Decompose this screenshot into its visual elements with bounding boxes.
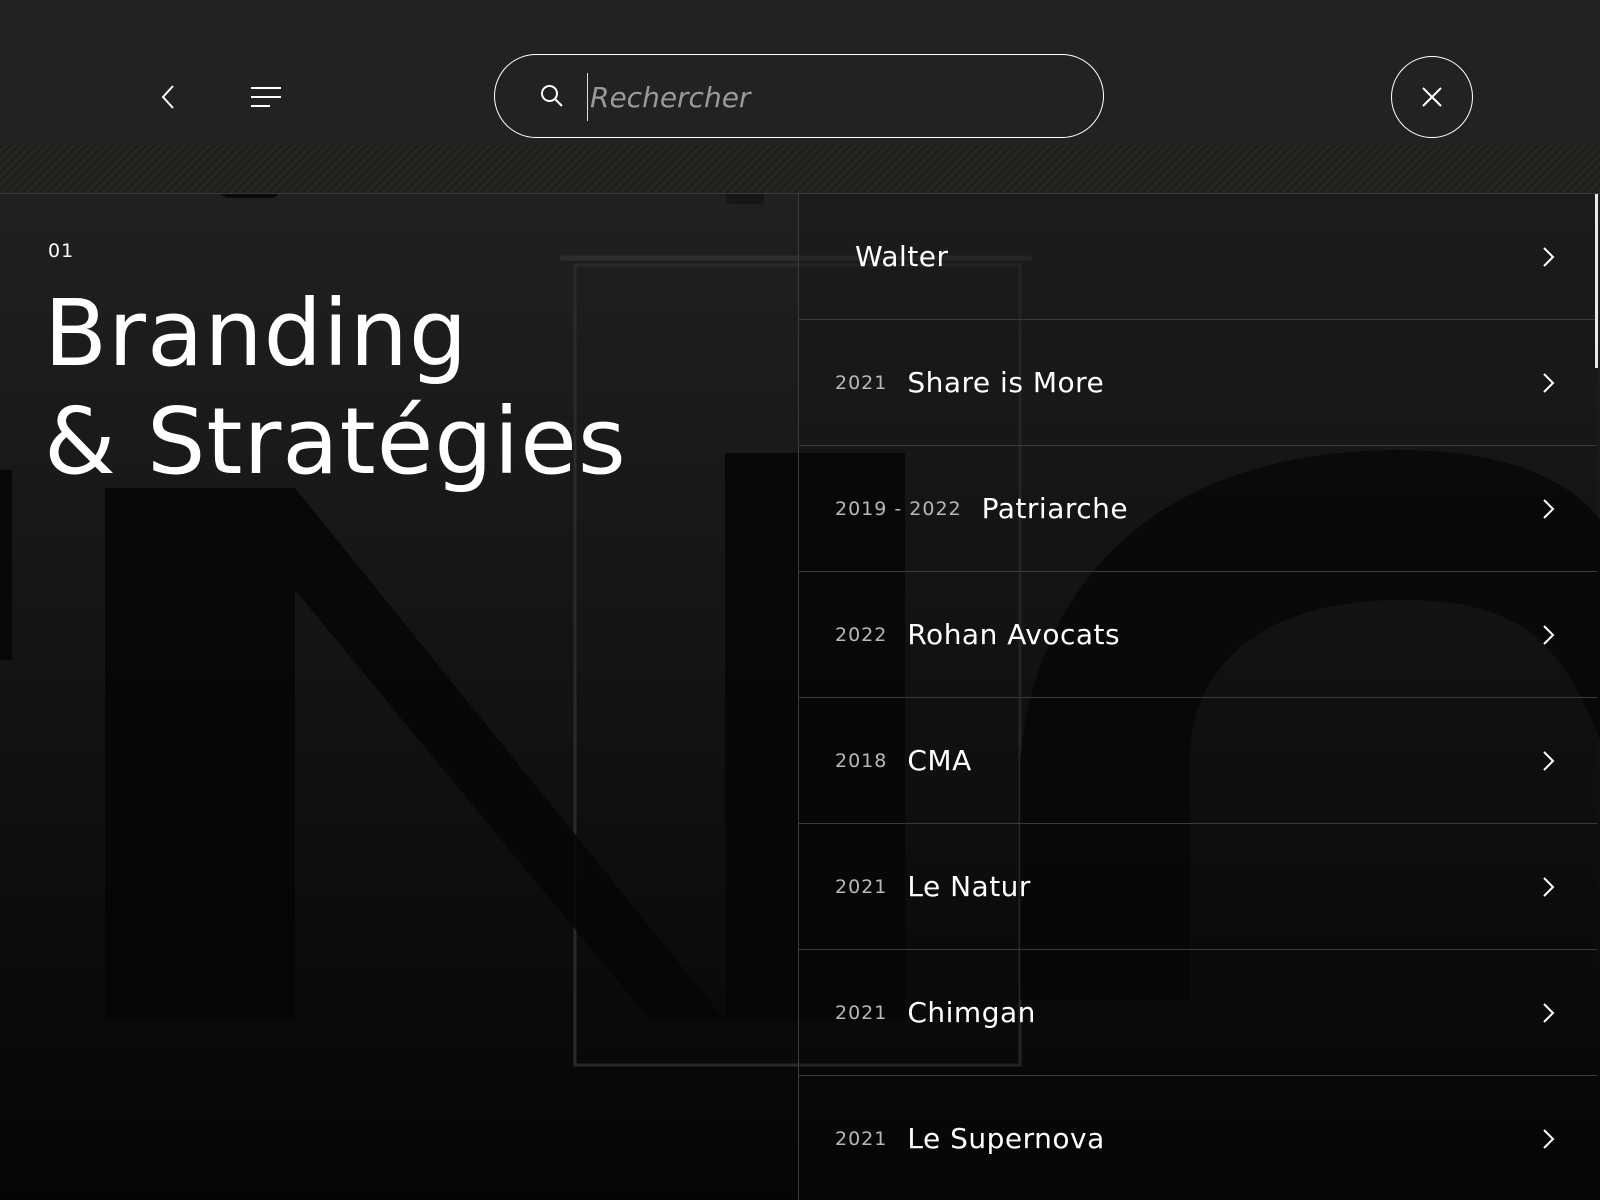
- chevron-right-icon: [1543, 247, 1555, 267]
- project-year: 2021: [835, 1127, 888, 1150]
- list-item-walter[interactable]: Walter: [799, 194, 1597, 320]
- project-list[interactable]: Walter 2021 Share is More 2019 - 2022 Pa…: [798, 194, 1597, 1200]
- chevron-right-icon: [1543, 1003, 1555, 1023]
- project-name: Le Supernova: [907, 1122, 1105, 1155]
- section-number: 01: [48, 240, 75, 262]
- project-name: CMA: [907, 744, 972, 777]
- search-input[interactable]: [587, 73, 1072, 121]
- project-name: Rohan Avocats: [907, 618, 1121, 651]
- chevron-right-icon: [1543, 751, 1555, 771]
- menu-button[interactable]: [246, 77, 286, 117]
- chevron-right-icon: [1543, 1129, 1555, 1149]
- project-year: 2019 - 2022: [835, 497, 962, 520]
- chevron-right-icon: [1543, 625, 1555, 645]
- list-item-le-supernova[interactable]: 2021 Le Supernova: [799, 1076, 1597, 1200]
- close-button[interactable]: [1391, 56, 1473, 138]
- list-item-chimgan[interactable]: 2021 Chimgan: [799, 950, 1597, 1076]
- search-icon: [541, 85, 563, 107]
- list-item-share-is-more[interactable]: 2021 Share is More: [799, 320, 1597, 446]
- list-item-le-natur[interactable]: 2021 Le Natur: [799, 824, 1597, 950]
- project-year: 2022: [835, 623, 888, 646]
- project-year: 2021: [835, 371, 888, 394]
- section-title: Branding & Stratégies: [44, 280, 627, 496]
- project-name: Le Natur: [907, 870, 1031, 903]
- project-year: 2021: [835, 875, 888, 898]
- section-title-line2: & Stratégies: [44, 388, 627, 495]
- project-year: 2018: [835, 749, 888, 772]
- project-name: Share is More: [907, 366, 1105, 399]
- scrollbar-thumb[interactable]: [1595, 194, 1598, 368]
- project-year: 2021: [835, 1001, 888, 1024]
- ceiling-strip: [0, 145, 1600, 194]
- search-bar[interactable]: [494, 54, 1104, 138]
- chevron-right-icon: [1543, 877, 1555, 897]
- chevron-left-icon: [161, 85, 174, 109]
- chevron-right-icon: [1543, 373, 1555, 393]
- menu-icon: [251, 87, 281, 107]
- close-icon: [1422, 87, 1442, 107]
- list-item-rohan-avocats[interactable]: 2022 Rohan Avocats: [799, 572, 1597, 698]
- list-item-cma[interactable]: 2018 CMA: [799, 698, 1597, 824]
- back-button[interactable]: [150, 77, 186, 117]
- project-name: Patriarche: [981, 492, 1129, 525]
- project-name: Chimgan: [907, 996, 1036, 1029]
- project-name: Walter: [855, 240, 949, 273]
- list-item-patriarche[interactable]: 2019 - 2022 Patriarche: [799, 446, 1597, 572]
- section-title-line1: Branding: [44, 280, 469, 387]
- chevron-right-icon: [1543, 499, 1555, 519]
- page: 01 Branding & Stratégies Walter 2021 Sha…: [0, 0, 1600, 1200]
